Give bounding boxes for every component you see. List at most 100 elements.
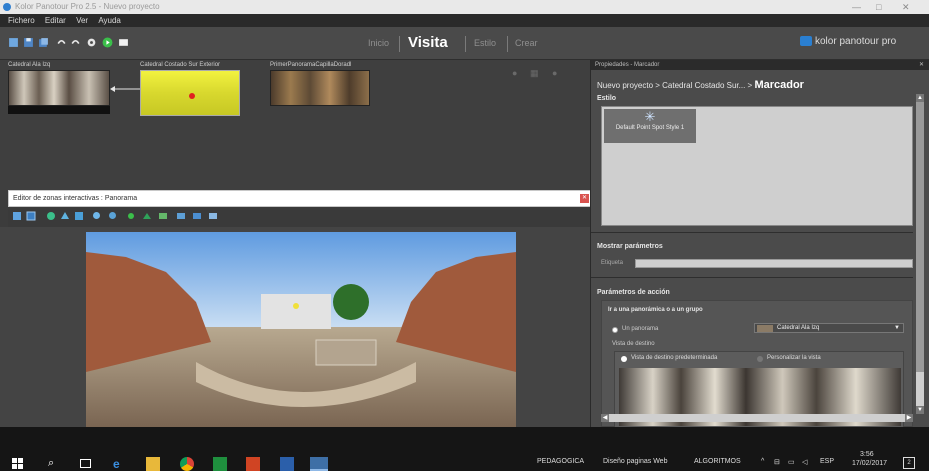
scrollbar-thumb[interactable]	[916, 102, 924, 372]
point-tool-icon[interactable]	[46, 211, 56, 221]
polygon-tool-icon[interactable]	[60, 211, 70, 221]
radio-default-view[interactable]	[621, 356, 627, 362]
graph-grid-icon[interactable]: ▦	[530, 68, 539, 79]
excel-icon[interactable]	[213, 457, 227, 471]
panorama-image[interactable]	[86, 232, 516, 427]
graph-zoom-icon[interactable]: ●	[552, 68, 557, 78]
app-icon	[3, 3, 11, 11]
pano-thumb-costado-sur[interactable]	[140, 70, 240, 116]
taskbar-item-pedagogica[interactable]: PEDAGOGICA	[537, 458, 584, 465]
select-tool-icon[interactable]	[12, 211, 22, 221]
word-icon[interactable]	[280, 457, 294, 471]
menu-ayuda[interactable]: Ayuda	[98, 16, 121, 25]
add-image-icon[interactable]	[158, 211, 168, 221]
map-tool-icon[interactable]	[208, 211, 218, 221]
style-item[interactable]: ✳ Default Point Spot Style 1	[604, 109, 696, 143]
tray-battery-icon[interactable]: ▭	[788, 458, 795, 466]
spot-star-icon: ✳	[644, 109, 656, 124]
tab-visita[interactable]: Visita	[408, 34, 448, 51]
save-icon[interactable]	[23, 37, 34, 48]
title-bar: Kolor Panotour Pro 2.5 - Nuevo proyecto …	[0, 0, 929, 14]
panorama-select[interactable]: Catedral Ala Izq ▼	[754, 323, 904, 333]
tab-separator	[399, 36, 400, 52]
windows-start-icon[interactable]	[12, 458, 23, 469]
panel-header-title: Propiedades - Marcador	[595, 62, 660, 68]
editor-close-icon[interactable]: ✕	[580, 194, 589, 203]
play-icon[interactable]	[102, 37, 113, 48]
panorama-graph: Catedral Ala Izq Catedral Costado Sur Ex…	[0, 60, 590, 190]
notification-center-icon[interactable]: 2	[903, 457, 915, 469]
save-as-icon[interactable]	[38, 37, 49, 48]
panorama-scene	[86, 232, 516, 427]
params-section-title: Mostrar parámetros	[597, 243, 663, 250]
dest-view-label: Vista de destino	[612, 341, 655, 347]
tab-separator	[465, 36, 466, 52]
scroll-up-icon[interactable]: ▲	[916, 94, 924, 102]
new-project-icon[interactable]	[8, 37, 19, 48]
taskbar-item-algoritmos[interactable]: ALGORITMOS	[694, 458, 741, 465]
text-tool-icon[interactable]	[192, 211, 202, 221]
redo-icon[interactable]	[70, 37, 81, 48]
style-section-title: Estilo	[597, 95, 617, 102]
tab-separator	[507, 36, 508, 52]
label-field-input[interactable]	[635, 259, 913, 268]
brand-logo: kolor panotour pro	[800, 36, 896, 47]
zoom-out-icon[interactable]	[108, 211, 118, 221]
radio-custom-label: Personalizar la vista	[767, 355, 821, 361]
panorama-select-value: Catedral Ala Izq	[777, 325, 820, 331]
add-polygon-icon[interactable]	[142, 211, 152, 221]
horizontal-scrollbar[interactable]: ◀ ▶	[601, 414, 913, 422]
tray-date: 17/02/2017	[852, 460, 888, 467]
panel-close-icon[interactable]: ✕	[919, 60, 924, 70]
undo-icon[interactable]	[56, 37, 67, 48]
powerpoint-icon[interactable]	[246, 457, 260, 471]
menu-ver[interactable]: Ver	[76, 16, 88, 25]
action-group: Ir a una panorámica o a un grupo Un pano…	[601, 300, 913, 428]
video-tool-icon[interactable]	[176, 211, 186, 221]
scroll-left-icon[interactable]: ◀	[601, 414, 609, 422]
start-tile	[18, 458, 23, 463]
maximize-button[interactable]: □	[876, 0, 881, 14]
tab-estilo[interactable]: Estilo	[474, 38, 496, 48]
task-view-icon[interactable]	[80, 459, 91, 468]
search-icon[interactable]: ⌕	[48, 457, 62, 471]
tray-volume-icon[interactable]: ◁	[802, 458, 807, 466]
link-arrow-icon	[110, 86, 140, 92]
pano-thumb-ala-izq[interactable]	[8, 70, 110, 106]
fullscreen-icon[interactable]	[118, 37, 129, 48]
add-point-icon[interactable]	[126, 211, 136, 221]
zoom-in-icon[interactable]	[92, 211, 102, 221]
pano-thumb-capilla[interactable]	[270, 70, 370, 106]
menu-editar[interactable]: Editar	[45, 16, 66, 25]
radio-custom-view[interactable]	[757, 356, 763, 362]
breadcrumb-path[interactable]: Nuevo proyecto > Catedral Costado Sur...…	[597, 81, 752, 90]
menu-fichero[interactable]: Fichero	[8, 16, 35, 25]
tray-network-icon[interactable]: ⊟	[774, 458, 780, 466]
tab-inicio[interactable]: Inicio	[368, 38, 389, 48]
rectangle-tool-icon[interactable]	[26, 211, 36, 221]
file-explorer-icon[interactable]	[146, 457, 160, 471]
close-button[interactable]: ✕	[902, 0, 910, 14]
graph-tool-icon[interactable]: ●	[512, 68, 517, 78]
kolor-logo-icon	[800, 36, 812, 47]
settings-gear-icon[interactable]	[86, 37, 97, 48]
scroll-right-icon[interactable]: ▶	[905, 414, 913, 422]
pano-label-costado-sur: Catedral Costado Sur Exterior	[140, 62, 221, 68]
scroll-down-icon[interactable]: ▼	[916, 406, 924, 414]
panotour-taskbar-icon[interactable]	[310, 457, 328, 471]
chevron-down-icon: ▼	[894, 325, 900, 331]
taskbar-item-diseno[interactable]: Diseño paginas Web	[603, 458, 667, 465]
radio-panorama[interactable]	[612, 327, 618, 333]
brand-label: kolor panotour pro	[815, 36, 897, 47]
panel-scrollbar[interactable]: ▲ ▼	[916, 94, 924, 414]
image-tool-icon[interactable]	[74, 211, 84, 221]
tray-language[interactable]: ESP	[820, 458, 834, 465]
tray-chevron-up-icon[interactable]: ^	[761, 458, 764, 465]
chrome-icon[interactable]	[180, 457, 194, 471]
tab-crear[interactable]: Crear	[515, 38, 538, 48]
label-field-label: Etiqueta	[601, 260, 624, 266]
edge-browser-icon[interactable]: e	[113, 457, 127, 471]
hotspot-marker-icon[interactable]	[189, 93, 195, 99]
panorama-select-thumb	[757, 325, 773, 332]
minimize-button[interactable]: —	[852, 0, 861, 14]
